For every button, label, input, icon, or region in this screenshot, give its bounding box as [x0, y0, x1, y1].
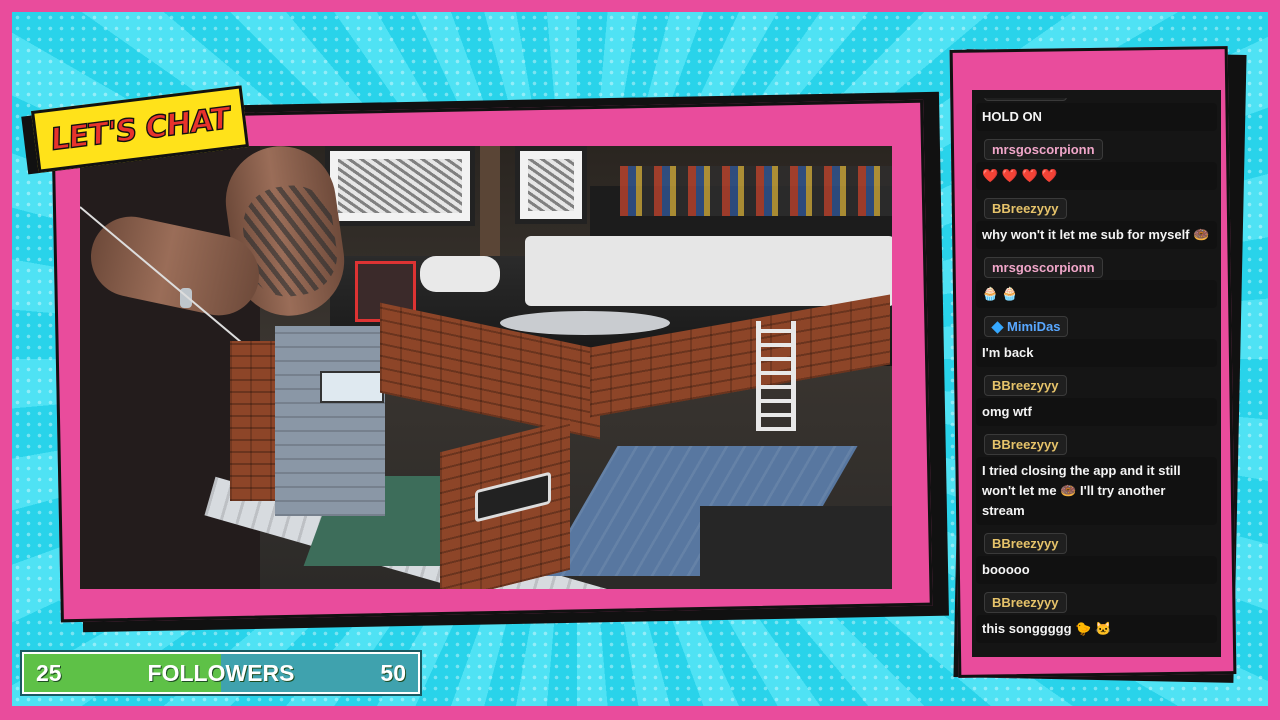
webcam-video — [80, 146, 892, 589]
user-badge-icon — [991, 321, 1004, 334]
minifig-row — [620, 166, 892, 216]
chat-username-text: mrsgoscorpionn — [992, 260, 1095, 275]
chat-username[interactable]: MimiDas — [984, 316, 1069, 337]
chat-username-text: BBreezyyy — [992, 536, 1059, 551]
chat-message-list: 🐮 🐮 BBreezyyyIM NOT EVEN SUBBEDBBreezyyy… — [972, 90, 1221, 651]
chat-username-text: BBreezyyy — [992, 595, 1059, 610]
lego-machine-panel — [320, 371, 384, 403]
chat-message: BBreezyyy I tried closing the app and it … — [976, 434, 1217, 525]
chat-username-text: BBreezyyy — [992, 437, 1059, 452]
chat-message-text: HOLD ON — [976, 103, 1217, 131]
lego-machine — [275, 326, 385, 516]
chat-message: mrsgoscorpionn ❤️ ❤️ ❤️ ❤️ — [976, 139, 1217, 190]
game-controller — [420, 256, 500, 292]
chat-message: mrsgoscorpionn 🧁 🧁 — [976, 257, 1217, 308]
chat-message: BBreezyyy omg wtf — [976, 375, 1217, 426]
chat-message-text: why won't it let me sub for myself 🍩 — [976, 221, 1217, 249]
chat-message-text: I'm back — [976, 339, 1217, 367]
followers-label: FOLLOWERS — [147, 659, 295, 686]
followers-target: 50 — [380, 659, 406, 686]
lego-roof-dome — [500, 311, 670, 335]
chat-username-text: BBreezyyy — [992, 378, 1059, 393]
title-badge-text: LET'S CHAT — [50, 100, 230, 159]
chat-message-text: omg wtf — [976, 398, 1217, 426]
chat-username-text: mrsgoscorpionn — [992, 142, 1095, 157]
chat-username-text: MimiDas — [1007, 319, 1061, 334]
chat-message-text: booooo — [976, 556, 1217, 584]
chat-message-text: I tried closing the app and it still won… — [976, 457, 1217, 525]
wall-poster — [515, 146, 587, 224]
chat-message-text: 🧁 🧁 — [976, 280, 1217, 308]
lego-dark-base — [700, 506, 892, 589]
chat-message-text: ❤️ ❤️ ❤️ ❤️ — [976, 162, 1217, 190]
chat-username[interactable]: BBreezyyy — [984, 533, 1067, 554]
chat-message: BBreezyyy this songgggg 🐤 🐱 — [976, 592, 1217, 643]
chat-username[interactable]: BBreezyyy — [984, 375, 1067, 396]
chat-message: BBreezyyy booooo — [976, 533, 1217, 584]
chat-username[interactable]: BBreezyyy — [984, 592, 1067, 613]
chat-panel: 🐮 🐮 BBreezyyyIM NOT EVEN SUBBEDBBreezyyy… — [972, 90, 1221, 657]
followers-goal-bar: 25 FOLLOWERS 50 — [20, 650, 422, 696]
chat-message: MimiDas I'm back — [976, 316, 1217, 367]
chat-username[interactable]: mrsgoscorpionn — [984, 257, 1103, 278]
chat-username[interactable]: BBreezyyy — [984, 434, 1067, 455]
chat-message: BBreezyyy why won't it let me sub for mys… — [976, 198, 1217, 249]
chat-username-text: BBreezyyy — [992, 201, 1059, 216]
lego-ladder — [756, 321, 796, 431]
chat-username[interactable]: mrsgoscorpionn — [984, 139, 1103, 160]
wall-poster — [325, 146, 475, 226]
monitor-base — [525, 236, 892, 306]
chat-message-text: this songgggg 🐤 🐱 — [976, 615, 1217, 643]
chat-username[interactable]: BBreezyyy — [984, 198, 1067, 219]
shelf-post — [480, 146, 500, 266]
followers-current: 25 — [36, 659, 62, 686]
chat-top-fade — [972, 90, 1221, 98]
